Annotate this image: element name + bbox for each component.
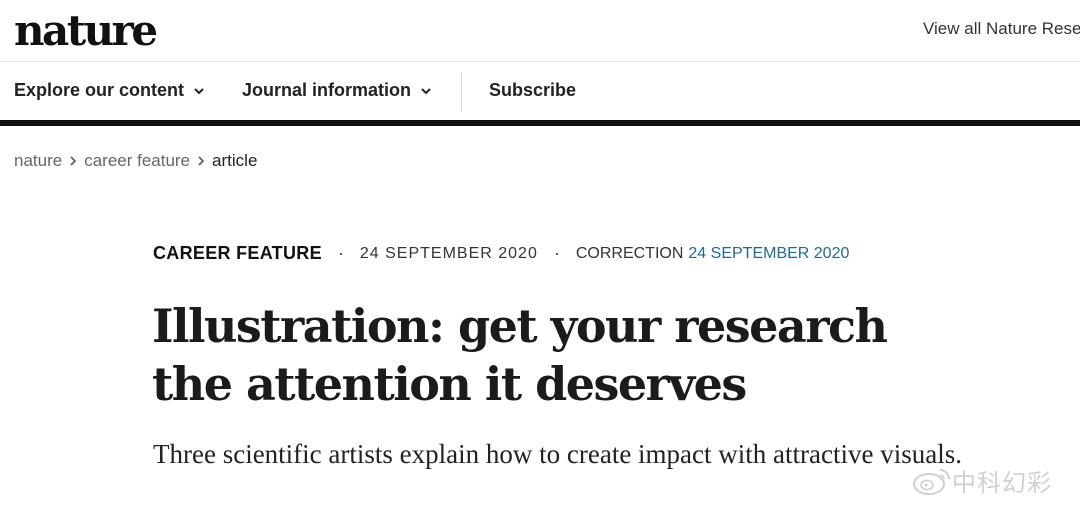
meta-separator: · [337,243,344,263]
chevron-down-icon [421,87,431,94]
breadcrumb: nature career feature article [14,151,257,171]
site-header: nature View all Nature Rese [0,0,1080,62]
breadcrumb-nature[interactable]: nature [14,151,62,171]
chevron-right-icon [70,156,77,166]
nav-journal-information-label: Journal information [242,80,412,100]
weibo-icon [913,468,950,495]
view-all-journals-link[interactable]: View all Nature Rese [923,19,1080,39]
published-date: 24 SEPTEMBER 2020 [359,244,538,262]
nav-explore-content[interactable]: Explore our content [14,80,205,101]
nav-subscribe-label: Subscribe [489,80,577,100]
watermark: 中科幻彩 [912,463,1052,498]
nav-divider [461,72,462,112]
meta-separator: · [553,243,560,263]
watermark-text: 中科幻彩 [952,470,1052,497]
correction-date-link[interactable]: 24 SEPTEMBER 2020 [688,245,849,263]
article-meta: CAREER FEATURE · 24 SEPTEMBER 2020 · COR… [153,243,849,264]
nature-logo[interactable]: nature [14,4,158,58]
header-rule [0,120,1080,126]
correction-label: CORRECTION [575,244,684,262]
article-standfirst: Three scientific artists explain how to … [153,439,962,469]
nav-subscribe[interactable]: Subscribe [489,80,576,101]
chevron-right-icon [198,156,205,166]
nav-explore-content-label: Explore our content [14,80,185,100]
chevron-down-icon [194,87,204,94]
article-title: Illustration: get your research the atte… [152,299,888,411]
main-nav: Explore our content Journal information … [0,63,1080,121]
breadcrumb-article: article [212,151,258,170]
breadcrumb-career-feature[interactable]: career feature [84,151,190,171]
nav-journal-information[interactable]: Journal information [242,80,432,101]
article-type[interactable]: CAREER FEATURE [153,243,322,264]
